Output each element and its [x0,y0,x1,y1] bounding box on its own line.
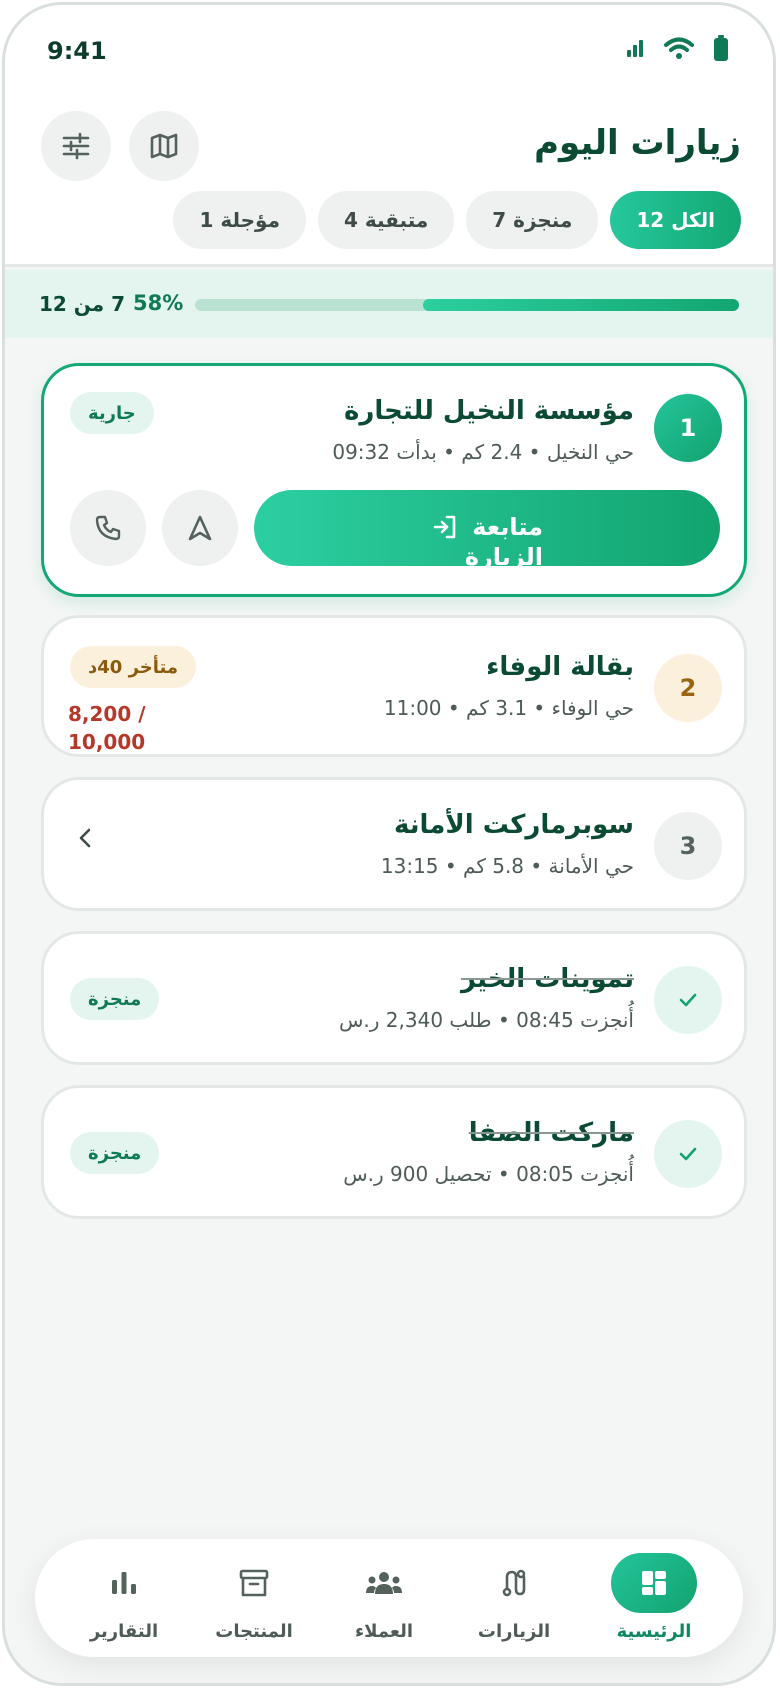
visit-details: أُنجزت 08:05 • تحصيل 900 ر.س [343,1162,634,1186]
continue-visit-label: متابعة الزيارة [464,513,543,566]
map-icon [150,133,178,159]
bar-chart-icon [112,1572,136,1594]
nav-products[interactable]: المنتجات [189,1539,319,1657]
visit-card-done[interactable]: ماركت الصفا أُنجزت 08:05 • تحصيل 900 ر.س… [41,1085,747,1219]
visit-number: 1 [654,394,722,462]
nav-label: الزيارات [477,1621,551,1642]
battery-icon [714,35,728,61]
visit-details: حي الوفاء • 3.1 كم • 11:00 [383,696,634,720]
nav-icon-wrap [341,1553,427,1613]
visit-name: بقالة الوفاء [486,652,634,682]
nav-label: التقارير [89,1621,159,1642]
nav-icon-wrap [611,1553,697,1613]
header-area: 9:41 زيارات اليوم الكل 12 منجزة 7 متبقية… [5,5,773,267]
nav-home[interactable]: الرئيسية [589,1539,719,1657]
nav-icon-wrap [81,1553,167,1613]
check-in-icon [433,515,456,539]
nav-visits[interactable]: الزيارات [449,1539,579,1657]
visit-card-upcoming[interactable]: 3 سوبرماركت الأمانة حي الأمانة • 5.8 كم … [41,777,747,911]
status-icons [625,35,729,61]
progress-percent: 58% [133,291,184,315]
nav-label: المنتجات [215,1621,293,1642]
chip-postponed[interactable]: مؤجلة 1 [173,191,306,249]
call-button[interactable] [70,490,146,566]
collection-amount: 8,200 / 10,000 [68,702,146,754]
visit-card-active[interactable]: 1 مؤسسة النخيل للتجارة حي النخيل • 2.4 ك… [41,363,747,597]
phone-frame: 9:41 زيارات اليوم الكل 12 منجزة 7 متبقية… [2,2,776,1686]
status-badge: منجزة [70,1132,160,1174]
chip-done[interactable]: منجزة 7 [466,191,599,249]
visit-card-done[interactable]: تموينات الخير أُنجزت 08:45 • طلب 2,340 ر… [41,931,747,1065]
phone-icon [95,515,121,541]
bottom-nav: الرئيسية الزيارات العملاء المنتجات التقا… [35,1539,743,1657]
check-icon [679,993,697,1007]
page-title: زيارات اليوم [534,123,741,163]
done-check [654,1120,722,1188]
signal-icon [627,40,643,57]
late-badge: متأخر 40د [70,646,196,688]
visit-details: حي الأمانة • 5.8 كم • 13:15 [380,854,634,878]
chip-all[interactable]: الكل 12 [610,191,741,249]
done-check [654,966,722,1034]
archive-box-icon [239,1569,269,1597]
continue-visit-button[interactable]: متابعة الزيارة [254,490,720,566]
visit-details: أُنجزت 08:45 • طلب 2,340 ر.س [338,1008,634,1032]
nav-reports[interactable]: التقارير [59,1539,189,1657]
progress-strip: 7 من 12 58% [5,270,773,338]
status-time: 9:41 [47,37,107,65]
status-badge: جارية [70,392,154,434]
nav-label: العملاء [354,1621,414,1642]
navigation-arrow-icon [188,515,212,541]
wifi-icon [664,37,694,59]
dashboard-icon [642,1571,666,1595]
map-button[interactable] [129,111,199,181]
visit-name: مؤسسة النخيل للتجارة [344,396,634,426]
navigate-button[interactable] [162,490,238,566]
chip-remaining[interactable]: متبقية 4 [317,191,455,249]
customers-icon [366,1572,402,1594]
visit-number: 3 [654,812,722,880]
status-badge: منجزة [70,978,160,1020]
visit-name: تموينات الخير [460,964,634,994]
sliders-icon [62,132,90,160]
visit-number: 2 [654,654,722,722]
chevron-left-icon[interactable] [74,824,98,852]
route-icon [502,1569,526,1597]
visit-card-late[interactable]: 2 بقالة الوفاء حي الوفاء • 3.1 كم • 11:0… [41,615,747,757]
filter-chips: الكل 12 منجزة 7 متبقية 4 مؤجلة 1 [173,191,741,249]
progress-count: 7 من 12 [39,292,126,316]
nav-icon-wrap [471,1553,557,1613]
visit-name: سوبرماركت الأمانة [394,810,634,840]
progress-fill [423,299,739,311]
visit-details: حي النخيل • 2.4 كم • بدأت 09:32 [332,440,634,464]
progress-track [195,299,739,311]
nav-icon-wrap [211,1553,297,1613]
nav-label: الرئيسية [616,1621,692,1642]
visit-name: ماركت الصفا [468,1118,634,1148]
check-icon [679,1147,697,1161]
filters-button[interactable] [41,111,111,181]
nav-customers[interactable]: العملاء [319,1539,449,1657]
